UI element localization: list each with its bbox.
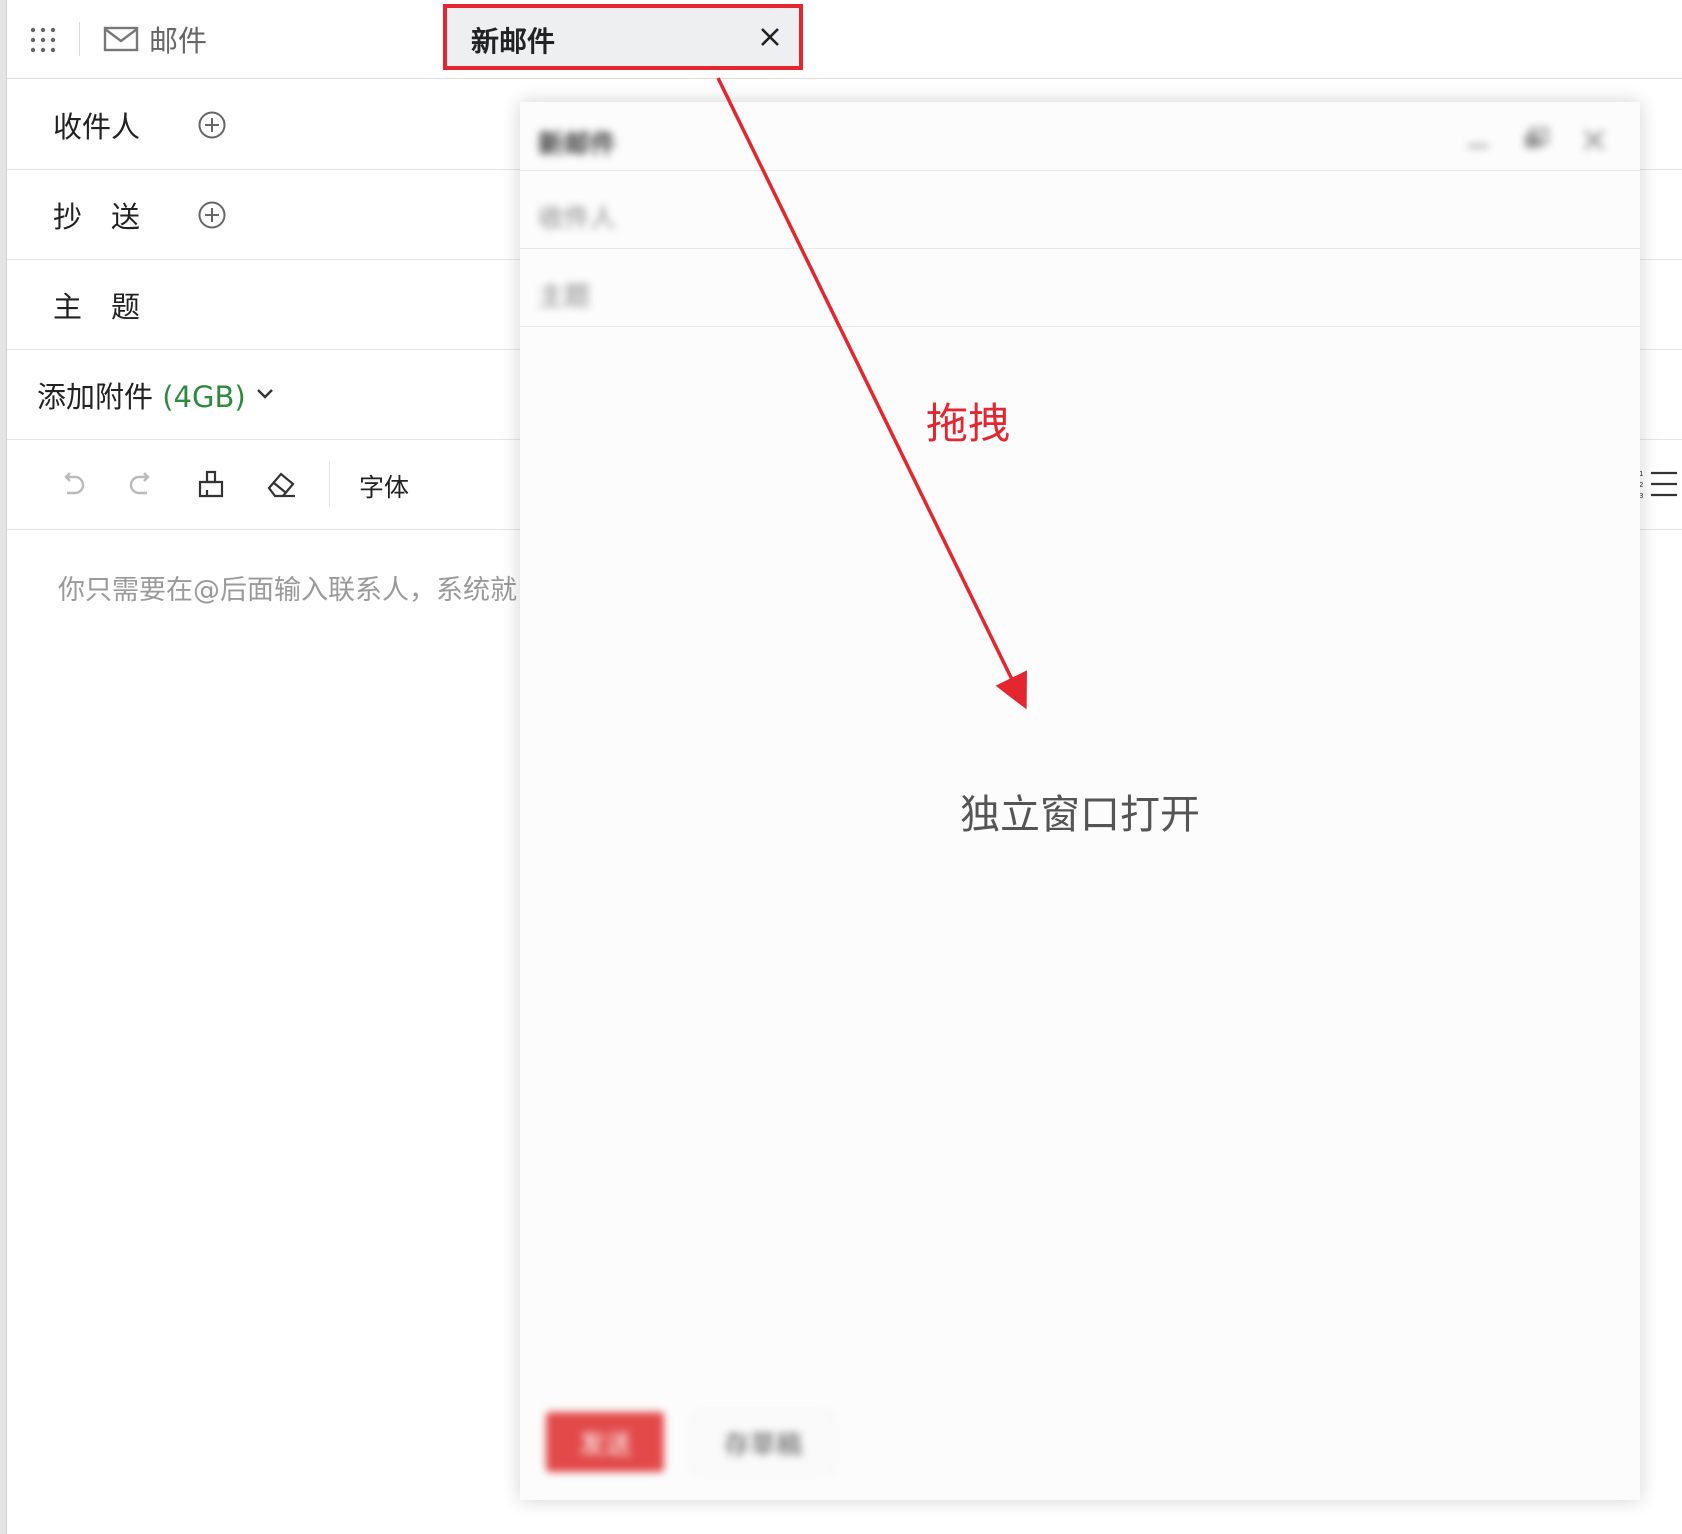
redo-icon[interactable] <box>125 468 157 500</box>
detached-subject-label: 主题 <box>538 282 591 312</box>
tab-new-mail[interactable]: 新邮件 <box>443 4 803 70</box>
eraser-icon[interactable] <box>265 468 297 500</box>
detached-compose-window[interactable]: 新邮件 收件人 主题 独立窗口打开 发送 存草稿 <box>520 102 1640 1500</box>
cc-label: 抄 送 <box>53 200 141 234</box>
divider <box>520 326 1640 327</box>
tab-mail-label: 邮件 <box>149 24 208 58</box>
top-tab-bar: 邮件 新邮件 <box>7 0 1682 79</box>
detached-window-title: 新邮件 <box>538 130 617 160</box>
window-left-border <box>0 0 7 1534</box>
send-button[interactable]: 发送 <box>546 1412 664 1472</box>
save-draft-button[interactable]: 存草稿 <box>692 1412 834 1474</box>
close-icon[interactable] <box>1578 124 1610 156</box>
apps-grid-icon[interactable] <box>29 26 57 54</box>
add-cc-icon[interactable] <box>197 200 227 230</box>
subject-label: 主 题 <box>53 290 141 324</box>
undo-icon[interactable] <box>57 468 89 500</box>
tab-mail[interactable]: 邮件 <box>103 20 207 58</box>
drag-annotation-label: 拖拽 <box>926 399 1011 448</box>
restore-icon[interactable] <box>1520 124 1552 156</box>
window-controls <box>1462 124 1610 156</box>
add-recipient-icon[interactable] <box>197 110 227 140</box>
envelope-icon <box>103 26 139 52</box>
attachment-size: (4GB) <box>162 380 246 414</box>
close-icon[interactable] <box>757 24 783 50</box>
divider <box>520 170 1640 171</box>
divider <box>520 248 1640 249</box>
attachment-label: 添加附件 <box>37 380 154 414</box>
recipient-label: 收件人 <box>53 110 141 144</box>
add-attachment-button[interactable]: 添加附件 (4GB) <box>37 374 246 416</box>
divider <box>79 22 80 56</box>
tab-new-mail-label: 新邮件 <box>471 25 556 58</box>
divider <box>329 462 330 506</box>
format-painter-icon[interactable] <box>195 468 227 500</box>
editor-placeholder[interactable]: 你只需要在@后面输入联系人，系统就 <box>58 568 517 607</box>
minimize-icon[interactable] <box>1462 124 1494 156</box>
ordered-list-icon[interactable]: 123 <box>1639 468 1679 502</box>
chevron-down-icon[interactable] <box>255 386 275 402</box>
detached-recipient-label: 收件人 <box>538 204 617 234</box>
open-in-new-window-caption: 独立窗口打开 <box>960 792 1200 838</box>
font-button[interactable]: 字体 <box>359 468 409 504</box>
